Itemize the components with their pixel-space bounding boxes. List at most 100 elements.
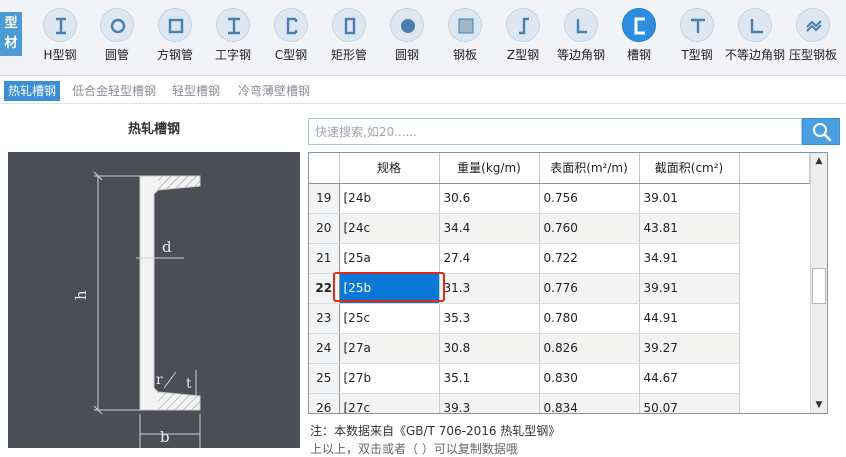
cell-spec[interactable]: [24c	[339, 213, 440, 244]
table-row[interactable]: 24 [27a 30.8 0.826 39.27	[309, 333, 809, 364]
row-number[interactable]: 25	[309, 363, 340, 394]
tool-label: 等边角钢	[556, 48, 605, 62]
cell-area[interactable]: 34.91	[639, 243, 740, 274]
cell-area[interactable]: 39.27	[639, 333, 740, 364]
table-row[interactable]: 21 [25a 27.4 0.722 34.91	[309, 243, 809, 274]
cell-spec[interactable]: [24b	[339, 183, 440, 214]
cell-weight[interactable]: 31.3	[439, 273, 540, 304]
tool-label: 工字钢	[214, 48, 251, 62]
square-tube-icon	[168, 18, 184, 34]
cell-spec[interactable]: [27a	[339, 333, 440, 364]
search-button[interactable]	[802, 118, 840, 145]
tool-icon-circle	[390, 8, 424, 42]
cell-area[interactable]: 39.01	[639, 183, 740, 214]
cell-surface[interactable]: 0.830	[539, 363, 640, 394]
cell-spec[interactable]: [27c	[339, 393, 440, 413]
row-number[interactable]: 23	[309, 303, 340, 334]
scroll-thumb[interactable]	[812, 268, 826, 304]
equal-angle-icon	[576, 19, 587, 34]
t-section-icon	[691, 18, 705, 33]
tool-label: H型钢	[43, 48, 77, 62]
tool-label: 方钢管	[156, 48, 193, 62]
subtab-3[interactable]: 冷弯薄壁槽钢	[234, 81, 314, 101]
header-filler	[739, 153, 810, 184]
tool-label: 钢板	[452, 48, 477, 62]
cell-surface[interactable]: 0.826	[539, 333, 640, 364]
h-beam-icon	[56, 17, 66, 35]
cell-surface[interactable]: 0.776	[539, 273, 640, 304]
row-number[interactable]: 26	[309, 393, 340, 413]
tool-round-bar[interactable]: 圆钢	[375, 8, 439, 66]
z-section-icon	[519, 17, 529, 35]
cell-surface[interactable]: 0.722	[539, 243, 640, 274]
tool-equal-angle[interactable]: 等边角钢	[549, 8, 613, 66]
profiled-sheet-icon	[806, 20, 822, 32]
tool-icon-circle	[100, 8, 134, 42]
tool-c-section[interactable]: C型钢	[259, 8, 323, 66]
cell-area[interactable]: 43.81	[639, 213, 740, 244]
cell-surface[interactable]: 0.780	[539, 303, 640, 334]
cell-spec[interactable]: [27b	[339, 363, 440, 394]
header-spec[interactable]: 规格	[339, 153, 440, 184]
scroll-down-icon[interactable]: ▼	[811, 397, 827, 413]
cell-weight[interactable]: 34.4	[439, 213, 540, 244]
subtab-0[interactable]: 热轧槽钢	[4, 81, 61, 101]
row-number[interactable]: 22	[309, 273, 340, 304]
grid-scrollbar[interactable]: ▲ ▼	[810, 153, 827, 413]
tool-h-beam[interactable]: H型钢	[28, 8, 92, 66]
cell-weight[interactable]: 35.1	[439, 363, 540, 394]
row-number[interactable]: 19	[309, 183, 340, 214]
subtab-2[interactable]: 轻型槽钢	[168, 81, 224, 101]
i-beam-icon	[228, 17, 240, 35]
header-weight[interactable]: 重量(kg/m)	[439, 153, 540, 184]
tool-rect-tube[interactable]: 矩形管	[317, 8, 381, 66]
cell-surface[interactable]: 0.834	[539, 393, 640, 413]
tool-label: Z型钢	[506, 48, 540, 62]
tool-z-section[interactable]: Z型钢	[491, 8, 555, 66]
row-number[interactable]: 24	[309, 333, 340, 364]
tool-steel-plate[interactable]: 钢板	[433, 8, 497, 66]
subtab-1[interactable]: 低合金轻型槽钢	[68, 81, 160, 101]
cell-filler	[739, 183, 809, 213]
cell-spec[interactable]: [25b	[339, 273, 440, 304]
tool-i-beam[interactable]: 工字钢	[201, 8, 265, 66]
tool-t-section[interactable]: T型钢	[665, 8, 729, 66]
scroll-up-icon[interactable]: ▲	[811, 153, 827, 169]
table-row[interactable]: 25 [27b 35.1 0.830 44.67	[309, 363, 809, 394]
cell-area[interactable]: 39.91	[639, 273, 740, 304]
tool-profiled-sheet[interactable]: 压型钢板	[781, 8, 845, 66]
tool-channel[interactable]: 槽钢	[607, 8, 671, 66]
tool-round-tube[interactable]: 圆管	[85, 8, 149, 66]
cell-weight[interactable]: 35.3	[439, 303, 540, 334]
steel-plate-icon	[458, 18, 474, 34]
row-number[interactable]: 21	[309, 243, 340, 274]
cell-spec[interactable]: [25c	[339, 303, 440, 334]
table-row[interactable]: 22 [25b 31.3 0.776 39.91	[309, 273, 809, 304]
cell-weight[interactable]: 30.6	[439, 183, 540, 214]
cell-weight[interactable]: 30.8	[439, 333, 540, 364]
cell-surface[interactable]: 0.756	[539, 183, 640, 214]
tool-unequal-angle[interactable]: 不等边角钢	[723, 8, 787, 66]
tool-icon-circle	[332, 8, 366, 42]
tool-icon-circle	[564, 8, 598, 42]
table-row[interactable]: 26 [27c 39.3 0.834 50.07	[309, 393, 809, 413]
tool-square-tube[interactable]: 方钢管	[143, 8, 207, 66]
data-source-note: 注：本数据来自《GB/T 706-2016 热轧型钢》	[310, 424, 561, 438]
table-row[interactable]: 20 [24c 34.4 0.760 43.81	[309, 213, 809, 244]
cell-weight[interactable]: 27.4	[439, 243, 540, 274]
tool-label: 压型钢板	[788, 48, 837, 62]
cell-area[interactable]: 44.67	[639, 363, 740, 394]
cell-surface[interactable]: 0.760	[539, 213, 640, 244]
cell-spec[interactable]: [25a	[339, 243, 440, 274]
header-surface[interactable]: 表面积(m²/m)	[539, 153, 640, 184]
cell-area[interactable]: 44.91	[639, 303, 740, 334]
category-tag[interactable]: 型材	[0, 12, 22, 56]
search-input[interactable]	[308, 118, 802, 145]
header-area[interactable]: 截面积(cm²)	[639, 153, 740, 184]
cell-weight[interactable]: 39.3	[439, 393, 540, 413]
cell-filler	[739, 303, 809, 333]
table-row[interactable]: 23 [25c 35.3 0.780 44.91	[309, 303, 809, 334]
row-number[interactable]: 20	[309, 213, 340, 244]
cell-area[interactable]: 50.07	[639, 393, 740, 413]
table-row[interactable]: 19 [24b 30.6 0.756 39.01	[309, 183, 809, 214]
